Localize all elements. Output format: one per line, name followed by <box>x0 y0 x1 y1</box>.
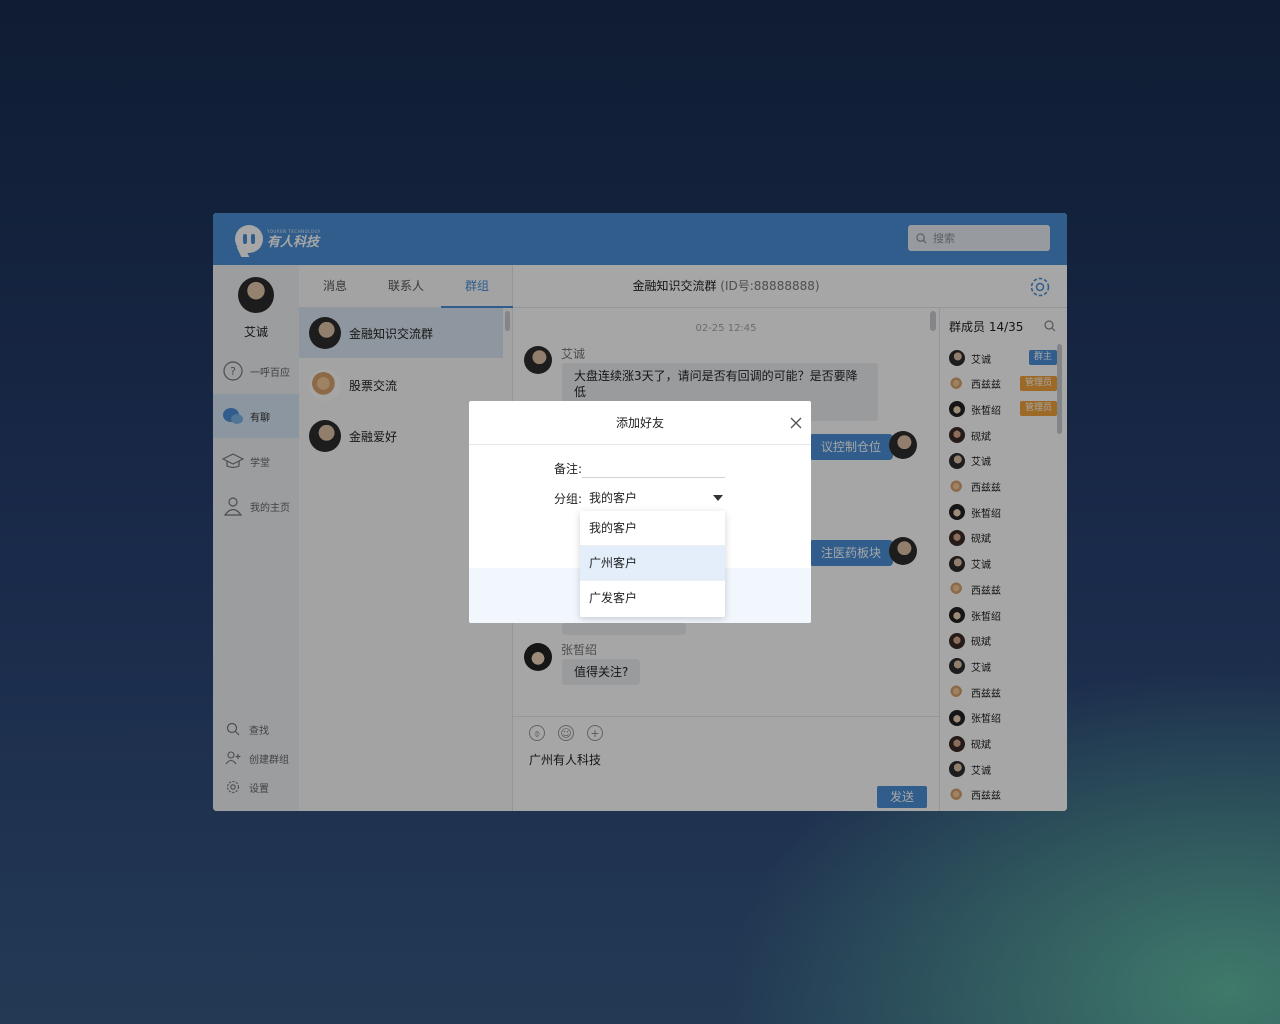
group-dropdown: 我的客户 广州客户 广发客户 <box>580 511 725 617</box>
dropdown-option[interactable]: 我的客户 <box>580 511 725 546</box>
close-icon[interactable] <box>789 416 803 430</box>
add-friend-dialog: 添加好友 备注: 分组: 我的客户 我的客户 广州客户 广发客户 <box>469 401 811 623</box>
remark-label: 备注: <box>554 462 583 476</box>
chevron-down-icon <box>713 495 723 501</box>
dropdown-option[interactable]: 广发客户 <box>580 581 725 616</box>
dropdown-option[interactable]: 广州客户 <box>580 546 725 581</box>
group-select-value: 我的客户 <box>589 491 638 505</box>
group-select[interactable]: 我的客户 <box>582 488 725 508</box>
remark-field[interactable] <box>582 461 725 478</box>
group-label: 分组: <box>554 492 583 506</box>
dialog-title: 添加好友 <box>469 401 811 445</box>
